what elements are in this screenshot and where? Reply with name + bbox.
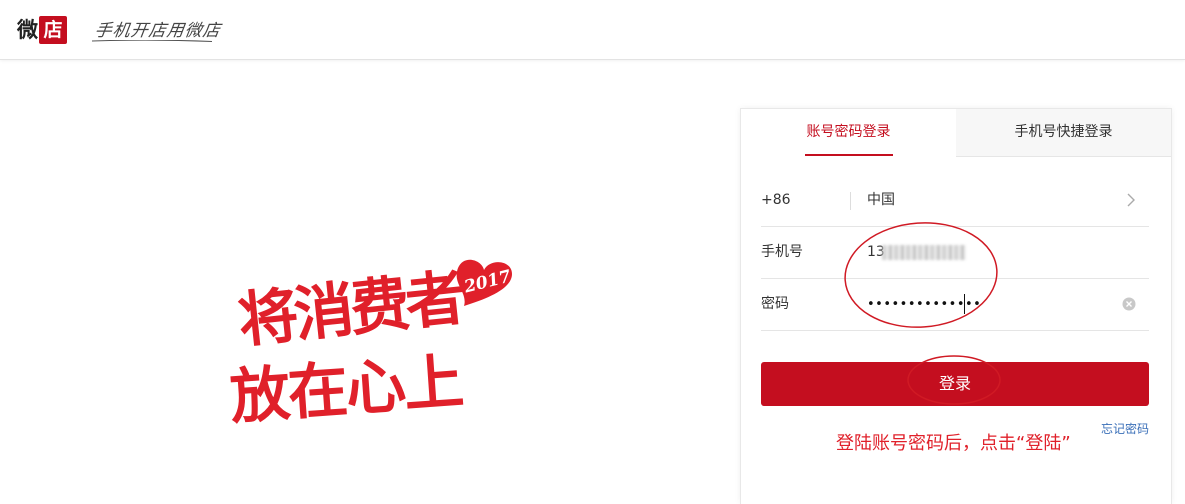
campaign-artwork: 2017 将消费者 放在心上 [228,258,548,458]
active-tab-indicator [805,154,893,156]
tab-phone-quick-login[interactable]: 手机号快捷登录 [956,109,1171,156]
login-panel: 账号密码登录 手机号快捷登录 +86 中国 手机号 13 密码 ••••••••… [740,108,1172,504]
logo-badge: 店 [39,16,67,44]
login-tabs: 账号密码登录 手机号快捷登录 [741,109,1171,157]
tab-label: 手机号快捷登录 [1014,124,1113,140]
forgot-password-link[interactable]: 忘记密码 [1101,420,1149,437]
logo-text: 微 [17,18,38,42]
chevron-right-icon [1127,193,1135,207]
phone-label: 手机号 [761,244,803,260]
country-code: +86 [761,192,791,208]
weidian-logo[interactable]: 微 店 [17,16,67,44]
slogan-underline [92,40,212,42]
field-divider [850,192,851,210]
artwork-line-1: 将消费者 [234,263,466,357]
country-selector[interactable]: +86 中国 [761,175,1149,227]
password-label: 密码 [761,296,789,312]
header-slogan: 手机开店用微店 [93,21,223,41]
tab-account-password[interactable]: 账号密码登录 [741,109,956,157]
top-header: 微 店 手机开店用微店 [0,0,1185,60]
phone-field[interactable]: 手机号 13 [761,227,1149,279]
phone-redacted [882,245,966,260]
clear-icon[interactable] [1122,297,1136,311]
text-caret [964,294,965,314]
tab-label: 账号密码登录 [806,124,891,140]
instruction-annotation: 登陆账号密码后，点击“登陆” [836,433,1071,454]
password-field[interactable]: 密码 •••••••••••••• [761,279,1149,331]
login-button[interactable]: 登录 [761,362,1149,406]
artwork-line-2: 放在心上 [227,346,465,434]
country-name: 中国 [867,192,895,208]
